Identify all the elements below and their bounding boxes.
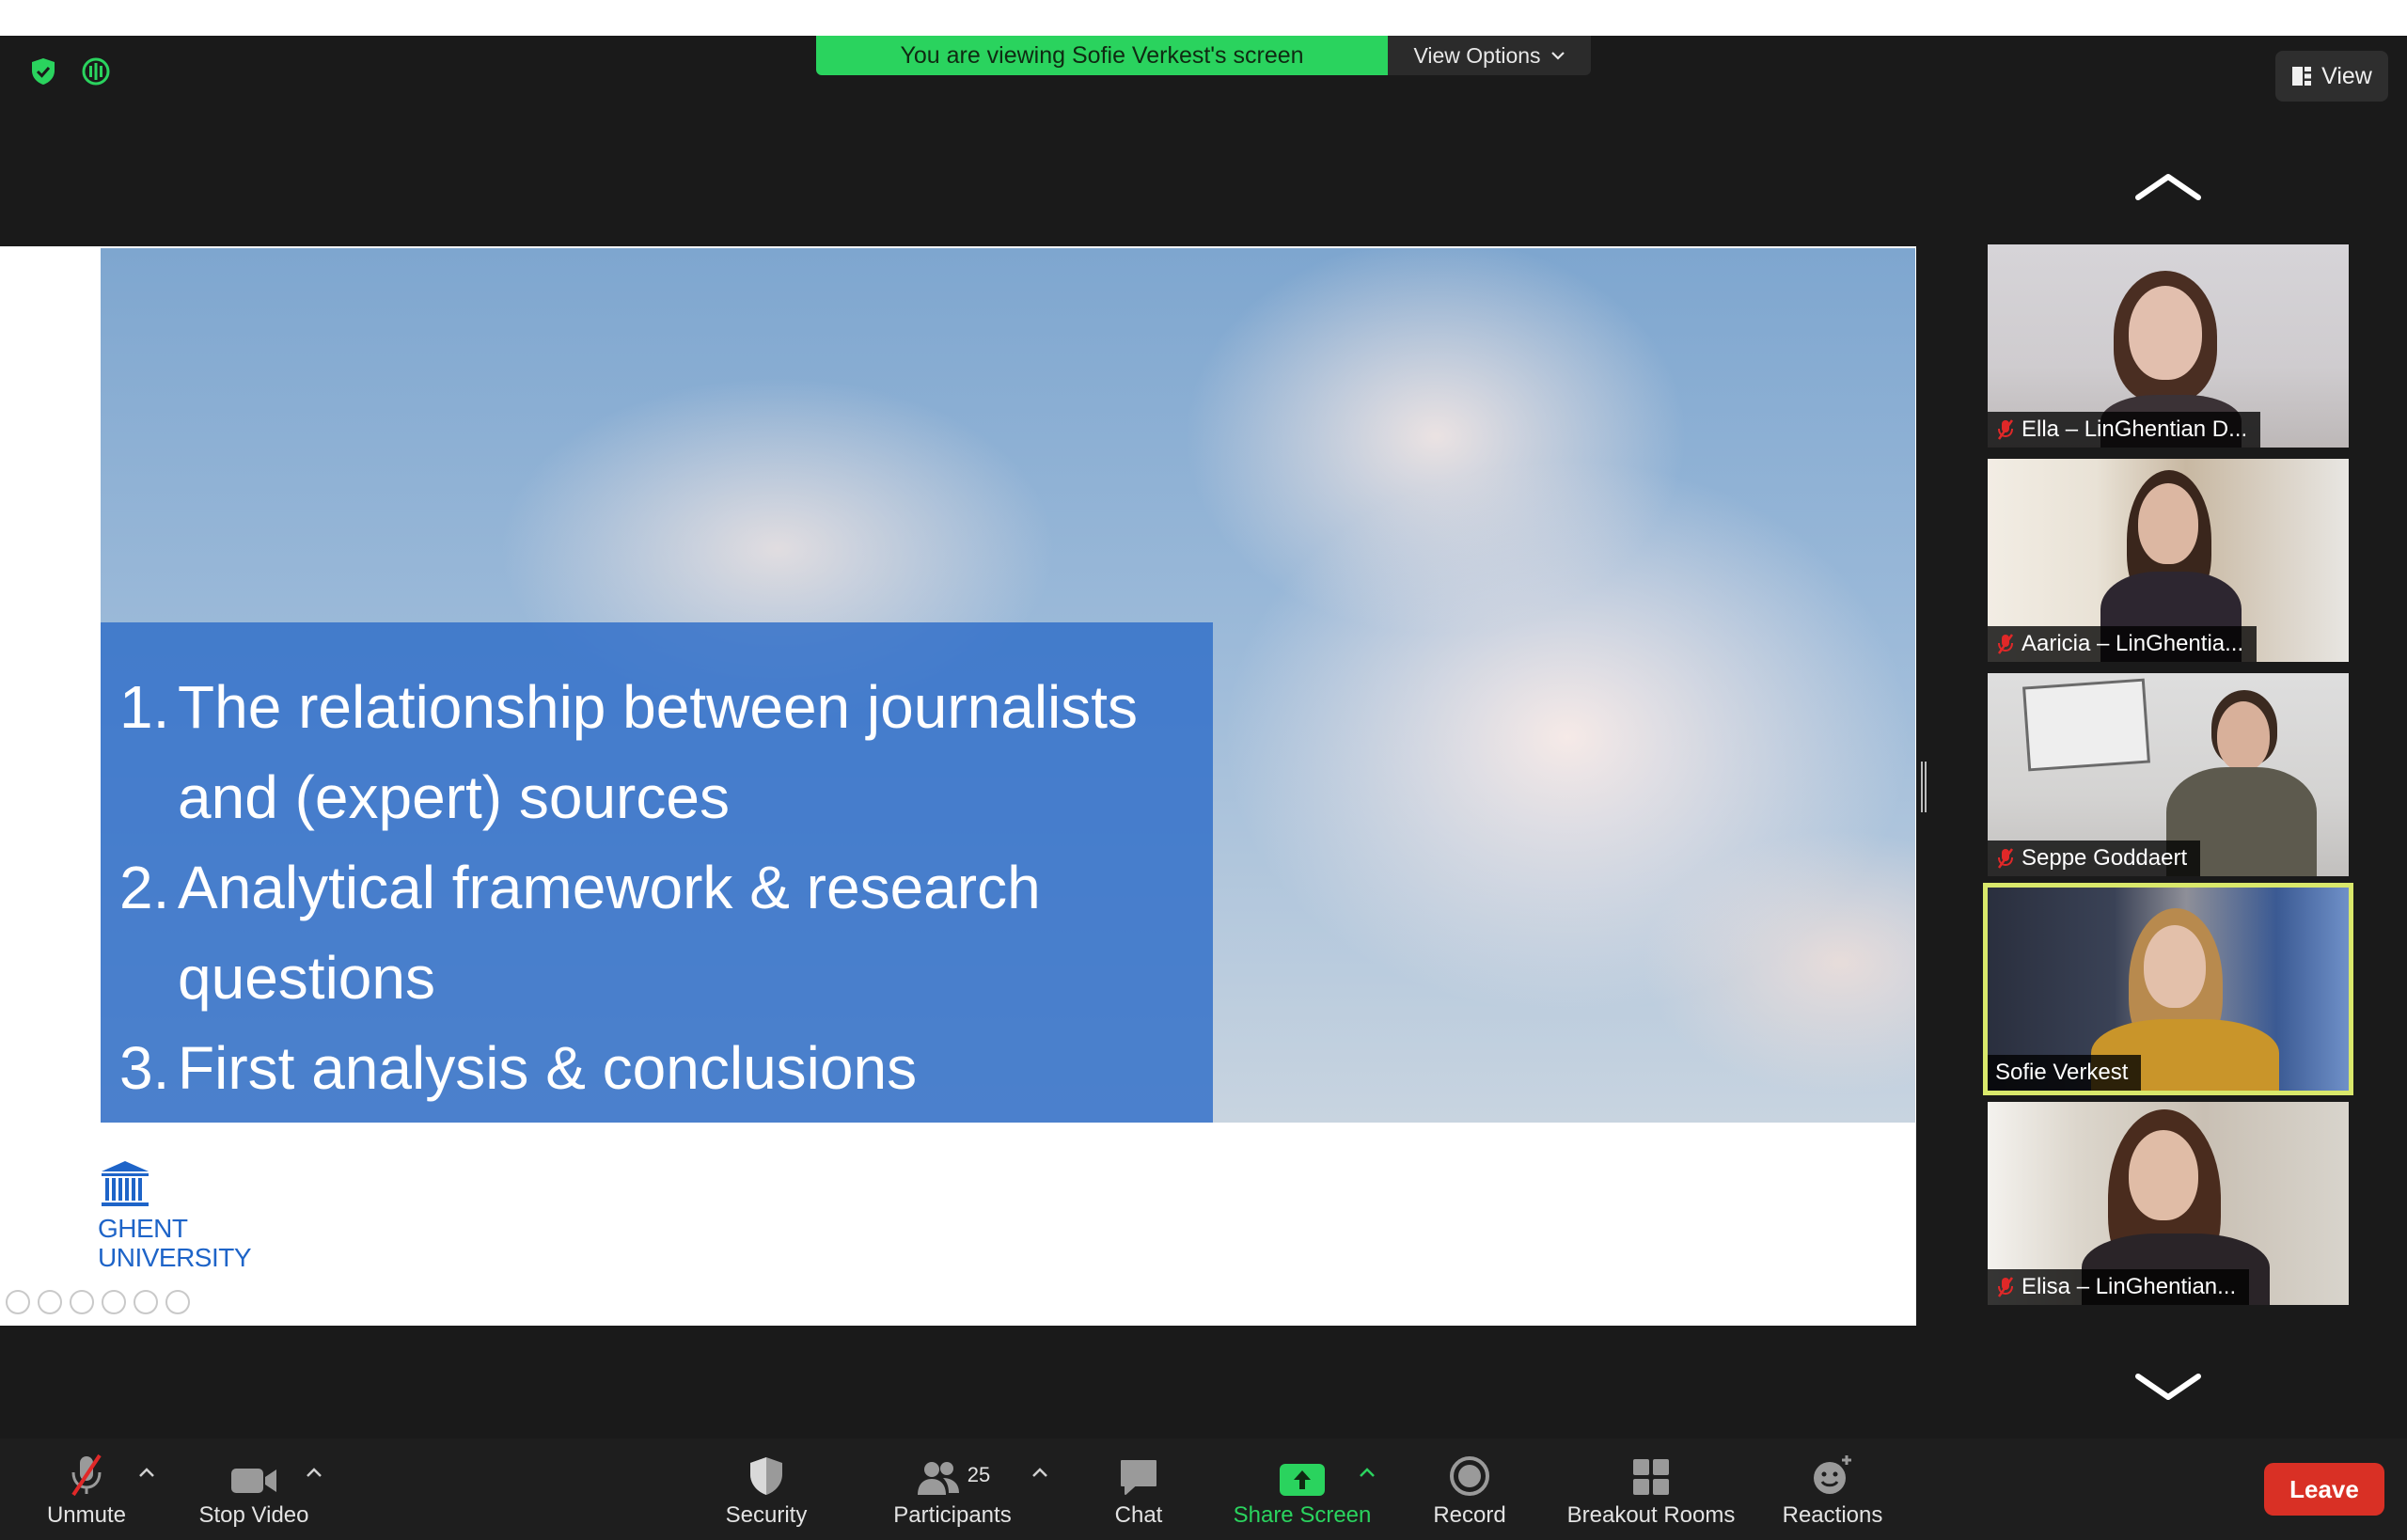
viewing-banner: You are viewing Sofie Verkest's screen V… (816, 36, 1591, 75)
participant-name-label: Aaricia – LinGhentia... (1988, 626, 2258, 662)
recording-indicator-icon[interactable] (79, 55, 113, 88)
audio-options-caret-icon[interactable] (135, 1463, 158, 1482)
record-button[interactable]: Record (1422, 1438, 1518, 1540)
reactions-smiley-icon (1814, 1455, 1851, 1494)
video-options-caret-icon[interactable] (303, 1463, 325, 1482)
participant-name-label: Sofie Verkest (1988, 1055, 2142, 1091)
participant-face (2129, 1130, 2198, 1220)
view-options-button[interactable]: View Options (1388, 36, 1591, 75)
zoom-icon[interactable] (134, 1290, 158, 1314)
viewing-message: You are viewing Sofie Verkest's screen (816, 36, 1388, 75)
participant-face (2129, 286, 2202, 380)
security-button[interactable]: Security (705, 1438, 827, 1540)
next-slide-icon[interactable] (38, 1290, 62, 1314)
participants-icon (917, 1462, 959, 1495)
participant-face (2138, 483, 2198, 564)
panel-resize-handle[interactable] (1921, 762, 1927, 812)
logo-text-line2: UNIVERSITY (98, 1243, 252, 1272)
unmute-button[interactable]: Unmute (28, 1438, 145, 1540)
agenda-item: 1. The relationship between journalists a… (119, 673, 1139, 831)
video-camera-icon (231, 1469, 276, 1493)
top-white-strip (0, 0, 2407, 36)
muted-mic-icon (1997, 1277, 2014, 1297)
breakout-rooms-icon (1633, 1459, 1669, 1495)
whiteboard (2022, 678, 2150, 772)
participant-face (2144, 925, 2206, 1008)
participant-tile[interactable]: Elisa – LinGhentian... (1988, 1102, 2349, 1305)
participant-name-label: Seppe Goddaert (1988, 841, 2201, 876)
participants-options-caret-icon[interactable] (1029, 1463, 1051, 1482)
agenda-item: 2. Analytical framework & research questi… (119, 854, 1041, 1012)
participant-tile[interactable]: Ella – LinGhentian D... (1988, 244, 2349, 448)
participant-tile-active-speaker[interactable]: Sofie Verkest (1983, 883, 2353, 1095)
logo-text-line1: GHENT (98, 1214, 188, 1243)
stop-video-button[interactable]: Stop Video (186, 1438, 322, 1540)
share-screen-arrow-icon (1280, 1464, 1325, 1496)
participant-tile[interactable]: Aaricia – LinGhentia... (1988, 459, 2349, 662)
muted-mic-icon (1997, 634, 2014, 654)
gallery-scroll-down-icon[interactable] (2134, 1371, 2202, 1405)
participants-button[interactable]: 25 Participants (874, 1438, 1030, 1540)
slide-mini-toolbar (6, 1290, 190, 1314)
pen-icon[interactable] (70, 1290, 94, 1314)
chat-bubble-icon (1121, 1460, 1156, 1495)
reactions-button[interactable]: Reactions (1771, 1438, 1894, 1540)
university-building-icon (102, 1161, 149, 1206)
view-button-label: View (2321, 62, 2372, 89)
agenda-list: 1. The relationship between journalists a… (119, 662, 1213, 1113)
gallery-layout-icon (2292, 67, 2312, 86)
slides-grid-icon[interactable] (102, 1290, 126, 1314)
participant-tile[interactable]: Seppe Goddaert (1988, 673, 2349, 876)
share-options-caret-icon[interactable] (1356, 1463, 1378, 1482)
muted-mic-icon (1997, 419, 2014, 440)
prev-slide-icon[interactable] (6, 1290, 30, 1314)
gallery-scroll-up-icon[interactable] (2134, 169, 2202, 203)
muted-mic-icon (1997, 848, 2014, 869)
shield-check-icon[interactable] (26, 55, 60, 88)
muted-mic-icon (71, 1454, 102, 1497)
meeting-toolbar (0, 1438, 2407, 1540)
view-layout-button[interactable]: View (2275, 51, 2388, 102)
shared-screen-slide: 1. The relationship between journalists a… (0, 246, 1916, 1326)
participant-count: 25 (967, 1463, 991, 1486)
breakout-rooms-button[interactable]: Breakout Rooms (1557, 1438, 1745, 1540)
view-options-label: View Options (1413, 42, 1541, 68)
share-screen-button[interactable]: Share Screen (1222, 1438, 1382, 1540)
chevron-down-icon (1550, 52, 1565, 60)
ghent-university-logo: GHENT UNIVERSITY (98, 1158, 252, 1272)
agenda-item: 3. First analysis & conclusions (119, 1034, 918, 1102)
participant-face (2217, 701, 2270, 771)
chat-button[interactable]: Chat (1091, 1438, 1187, 1540)
more-icon[interactable] (165, 1290, 190, 1314)
record-icon (1450, 1456, 1489, 1496)
meeting-status-icons (26, 55, 113, 88)
shield-icon (750, 1457, 782, 1495)
slide-agenda-panel: 1. The relationship between journalists a… (101, 622, 1213, 1123)
participant-name-label: Elisa – LinGhentian... (1988, 1269, 2250, 1305)
leave-button[interactable]: Leave (2264, 1463, 2384, 1516)
participant-name-label: Ella – LinGhentian D... (1988, 412, 2261, 448)
